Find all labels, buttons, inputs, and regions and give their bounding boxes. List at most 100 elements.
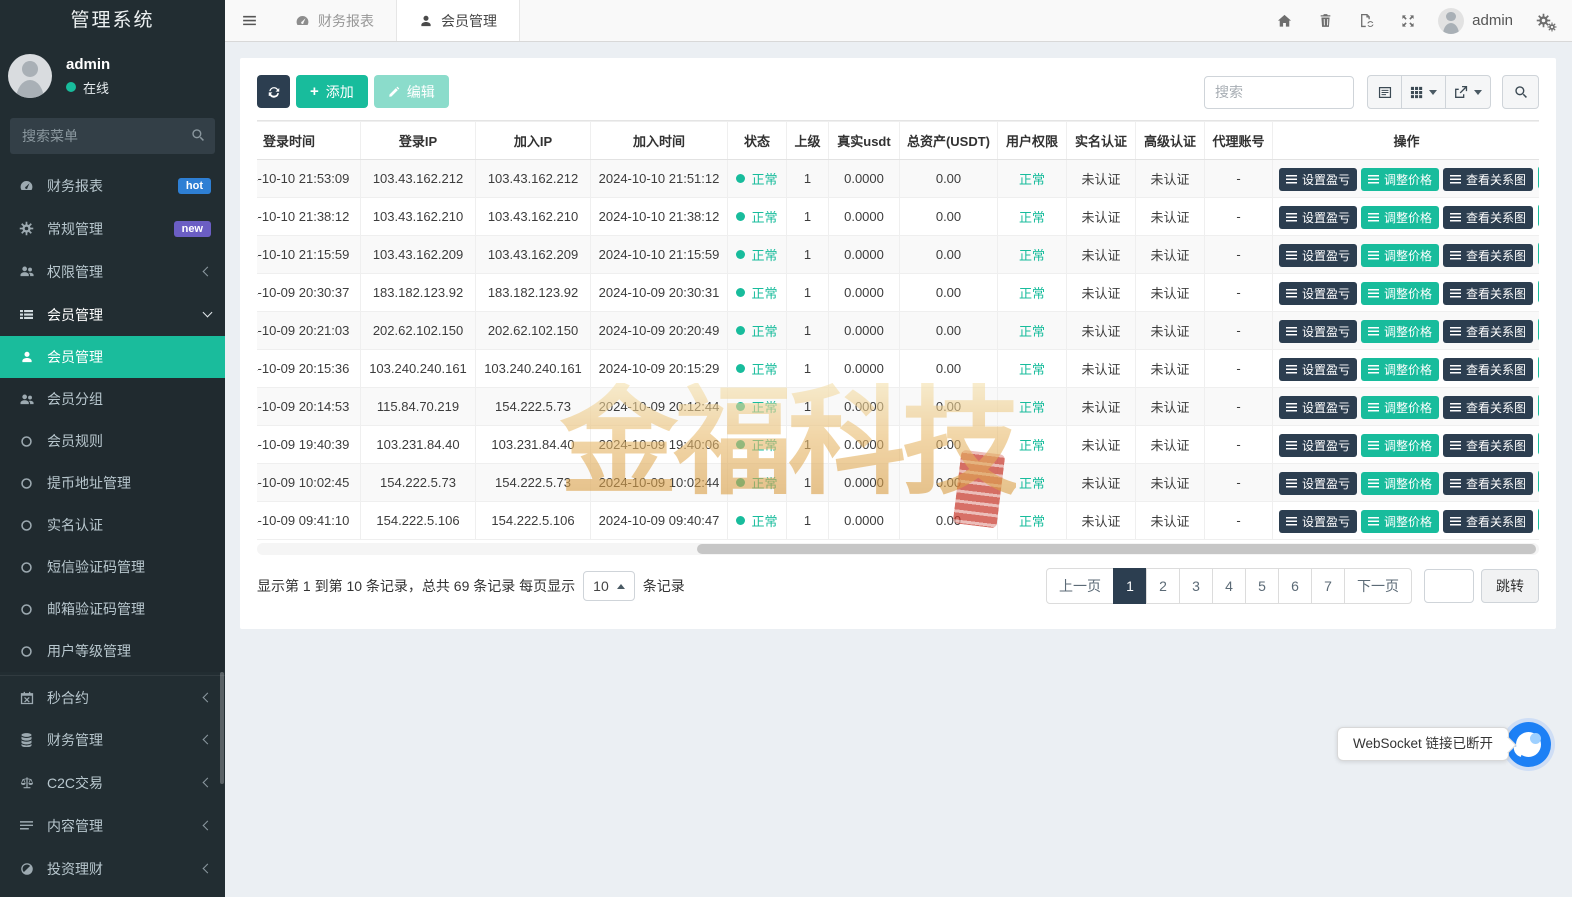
set-profit-loss-button[interactable]: 设置盈亏 xyxy=(1279,206,1357,229)
detail-view-button[interactable] xyxy=(1367,75,1402,109)
sidebar-search-input[interactable] xyxy=(10,118,215,154)
tab-financial-report[interactable]: 财务报表 xyxy=(273,0,396,41)
page-button-5[interactable]: 5 xyxy=(1245,568,1279,604)
page-button-1[interactable]: 1 xyxy=(1113,568,1147,604)
page-button-3[interactable]: 3 xyxy=(1179,568,1213,604)
page-size-select[interactable]: 10 xyxy=(583,571,635,601)
fullscreen-button[interactable] xyxy=(1387,0,1428,42)
refresh-page-button[interactable] xyxy=(1346,0,1387,42)
set-profit-loss-button[interactable]: 设置盈亏 xyxy=(1279,282,1357,305)
edit-row-button[interactable] xyxy=(1538,166,1539,189)
user-menu[interactable]: admin xyxy=(1428,8,1523,34)
view-relation-button[interactable]: 查看关系图 xyxy=(1443,320,1533,343)
view-relation-button[interactable]: 查看关系图 xyxy=(1443,282,1533,305)
join-ip-cell: 154.222.5.73 xyxy=(476,464,591,502)
adjust-price-button[interactable]: 调整价格 xyxy=(1361,282,1439,305)
adjust-price-button[interactable]: 调整价格 xyxy=(1361,206,1439,229)
view-relation-button[interactable]: 查看关系图 xyxy=(1443,206,1533,229)
search-button[interactable] xyxy=(1502,75,1539,109)
tab-member-management[interactable]: 会员管理 xyxy=(396,0,520,41)
set-profit-loss-button[interactable]: 设置盈亏 xyxy=(1279,472,1357,495)
edit-row-button[interactable] xyxy=(1538,508,1539,531)
view-relation-button[interactable]: 查看关系图 xyxy=(1443,358,1533,381)
edit-button[interactable]: 编辑 xyxy=(374,75,449,108)
sidebar-item-label: 常规管理 xyxy=(47,219,103,239)
sidebar-item-member-rules[interactable]: 会员规则 xyxy=(0,420,225,462)
jump-button[interactable]: 跳转 xyxy=(1481,569,1539,603)
sidebar-item-investment[interactable]: 投资理财 xyxy=(0,847,225,890)
set-profit-loss-button[interactable]: 设置盈亏 xyxy=(1279,320,1357,343)
view-relation-button[interactable]: 查看关系图 xyxy=(1443,244,1533,267)
set-profit-loss-button[interactable]: 设置盈亏 xyxy=(1279,168,1357,191)
adjust-price-button[interactable]: 调整价格 xyxy=(1361,168,1439,191)
sidebar-item-realname-auth[interactable]: 实名认证 xyxy=(0,504,225,546)
edit-row-button[interactable] xyxy=(1538,394,1539,417)
table-row: 2024-10-09 10:02:45154.222.5.73154.222.5… xyxy=(257,464,1539,502)
edit-row-button[interactable] xyxy=(1538,470,1539,493)
sidebar-item-user-level-management[interactable]: 用户等级管理 xyxy=(0,630,225,672)
adjust-price-button[interactable]: 调整价格 xyxy=(1361,320,1439,343)
sidebar-item-permission-management[interactable]: 权限管理 xyxy=(0,250,225,293)
edit-row-button[interactable] xyxy=(1538,356,1539,379)
page-button-7[interactable]: 7 xyxy=(1311,568,1345,604)
view-relation-button[interactable]: 查看关系图 xyxy=(1443,434,1533,457)
home-button[interactable] xyxy=(1264,0,1305,42)
edit-row-button[interactable] xyxy=(1538,432,1539,455)
set-profit-loss-button[interactable]: 设置盈亏 xyxy=(1279,396,1357,419)
adjust-price-button[interactable]: 调整价格 xyxy=(1361,472,1439,495)
sidebar-item-sms-code-management[interactable]: 短信验证码管理 xyxy=(0,546,225,588)
add-button[interactable]: +添加 xyxy=(296,75,368,108)
set-profit-loss-button[interactable]: 设置盈亏 xyxy=(1279,434,1357,457)
sidebar-item-c2c-trade[interactable]: C2C交易 xyxy=(0,761,225,804)
view-relation-button[interactable]: 查看关系图 xyxy=(1443,510,1533,533)
sidebar-item-second-contract[interactable]: 秒合约 xyxy=(0,675,225,718)
adjust-price-button[interactable]: 调整价格 xyxy=(1361,396,1439,419)
view-relation-button[interactable]: 查看关系图 xyxy=(1443,396,1533,419)
edit-row-button[interactable] xyxy=(1538,280,1539,303)
edit-row-button[interactable] xyxy=(1538,242,1539,265)
page-button-4[interactable]: 4 xyxy=(1212,568,1246,604)
realname-auth-cell: 未认证 xyxy=(1067,312,1136,350)
set-profit-loss-button[interactable]: 设置盈亏 xyxy=(1279,244,1357,267)
sidebar-toggle-button[interactable] xyxy=(225,0,273,41)
adjust-price-button[interactable]: 调整价格 xyxy=(1361,358,1439,381)
next-page-button[interactable]: 下一页 xyxy=(1344,568,1412,604)
sidebar-item-financial-report[interactable]: 财务报表hot xyxy=(0,164,225,207)
adjust-price-button[interactable]: 调整价格 xyxy=(1361,434,1439,457)
export-button[interactable] xyxy=(1445,75,1491,109)
jump-page-input[interactable] xyxy=(1424,569,1474,603)
set-profit-loss-button[interactable]: 设置盈亏 xyxy=(1279,358,1357,381)
status-label: 正常 xyxy=(751,169,777,188)
set-profit-loss-button[interactable]: 设置盈亏 xyxy=(1279,510,1357,533)
edit-row-button[interactable] xyxy=(1538,318,1539,341)
sidebar-item-member-management[interactable]: 会员管理 xyxy=(0,293,225,336)
sidebar-item-withdraw-address-management[interactable]: 提币地址管理 xyxy=(0,462,225,504)
horizontal-scrollbar-thumb[interactable] xyxy=(697,544,1537,554)
table-row: 2024-10-10 21:38:12103.43.162.210103.43.… xyxy=(257,198,1539,236)
columns-button[interactable] xyxy=(1401,75,1446,109)
prev-page-button[interactable]: 上一页 xyxy=(1046,568,1114,604)
page-button-6[interactable]: 6 xyxy=(1278,568,1312,604)
adjust-price-button[interactable]: 调整价格 xyxy=(1361,244,1439,267)
page-button-2[interactable]: 2 xyxy=(1146,568,1180,604)
sidebar-item-member-group[interactable]: 会员分组 xyxy=(0,378,225,420)
edit-row-button[interactable] xyxy=(1538,204,1539,227)
table-footer: 显示第 1 到第 10 条记录，总共 69 条记录 每页显示 10 条记录 上一… xyxy=(257,568,1539,604)
status-badge: 正常 xyxy=(736,435,777,454)
sidebar-scrollbar[interactable] xyxy=(220,672,224,784)
table-search-input[interactable] xyxy=(1204,76,1354,109)
search-icon[interactable] xyxy=(191,128,205,142)
real-usdt-cell: 0.0000 xyxy=(829,350,900,388)
adjust-price-button[interactable]: 调整价格 xyxy=(1361,510,1439,533)
settings-button[interactable] xyxy=(1523,0,1564,42)
sidebar-item-member-management[interactable]: 会员管理 xyxy=(0,336,225,378)
view-relation-button[interactable]: 查看关系图 xyxy=(1443,168,1533,191)
sidebar-item-content-management[interactable]: 内容管理 xyxy=(0,804,225,847)
refresh-button[interactable] xyxy=(257,75,290,108)
status-dot-icon xyxy=(736,402,745,411)
sidebar-item-email-code-management[interactable]: 邮箱验证码管理 xyxy=(0,588,225,630)
view-relation-button[interactable]: 查看关系图 xyxy=(1443,472,1533,495)
clear-cache-button[interactable] xyxy=(1305,0,1346,42)
sidebar-item-finance-management[interactable]: 财务管理 xyxy=(0,718,225,761)
sidebar-item-general-management[interactable]: 常规管理new xyxy=(0,207,225,250)
